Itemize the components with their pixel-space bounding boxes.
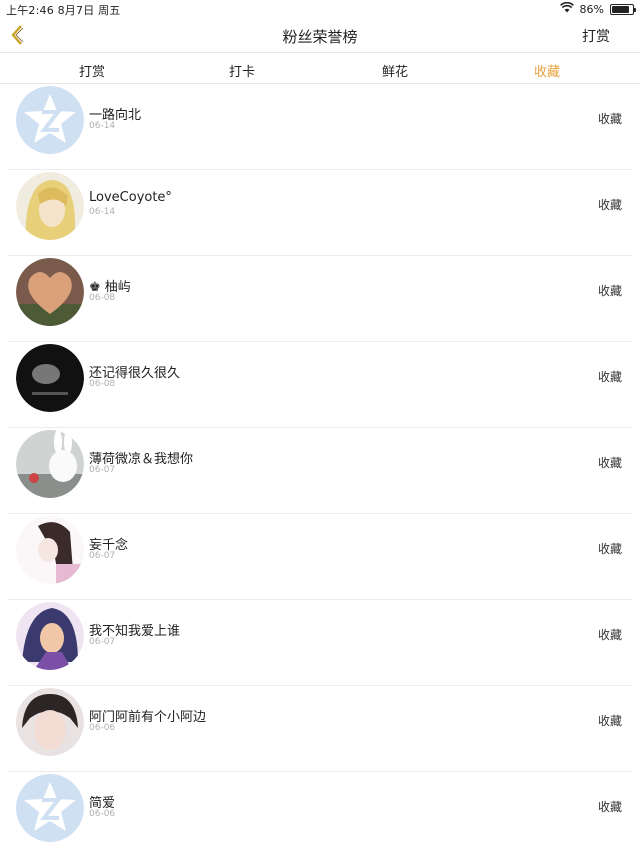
- heart-photo-avatar[interactable]: [16, 258, 84, 326]
- favorite-label: 收藏: [597, 370, 622, 384]
- fan-date: 06-14: [89, 207, 116, 217]
- anime-girl-sketch-avatar[interactable]: [16, 516, 84, 584]
- battery-icon: [610, 3, 636, 15]
- fan-list-item[interactable]: ♚ 柚屿 06-08 收藏: [8, 256, 632, 342]
- tab-checkin[interactable]: 打卡: [212, 61, 272, 80]
- favorite-label: 收藏: [597, 284, 622, 298]
- tab-flowers[interactable]: 鲜花: [365, 61, 425, 80]
- navigation-bar: 粉丝荣誉榜 打赏: [0, 18, 640, 52]
- fan-date: 06-08: [89, 379, 116, 389]
- battery-level: [612, 5, 630, 13]
- boy-photo-avatar[interactable]: [16, 688, 84, 756]
- anime-boy-avatar[interactable]: [16, 602, 84, 670]
- favorite-label: 收藏: [597, 542, 622, 556]
- favorite-label: 收藏: [597, 714, 622, 728]
- fan-list-item[interactable]: 还记得很久很久 06-08 收藏: [8, 342, 632, 428]
- wifi-icon: [559, 1, 574, 16]
- dark-photo-avatar[interactable]: [16, 344, 84, 412]
- tab-reward[interactable]: 打赏: [62, 61, 122, 80]
- fan-list-item[interactable]: 我不知我爱上谁 06-07 收藏: [8, 600, 632, 686]
- anime-blonde-avatar[interactable]: [16, 172, 84, 240]
- fan-date: 06-08: [89, 293, 116, 303]
- battery-percent: 86%: [579, 2, 604, 16]
- fan-date: 06-07: [89, 551, 116, 561]
- favorite-label: 收藏: [597, 800, 622, 814]
- fan-list-item[interactable]: 阿门阿前有个小阿边 06-06 收藏: [8, 686, 632, 772]
- favorite-label: 收藏: [597, 628, 622, 642]
- fan-date: 06-14: [89, 121, 116, 131]
- page-title: 粉丝荣誉榜: [282, 28, 358, 46]
- tab-favorites[interactable]: 收藏: [517, 61, 577, 80]
- status-bar: 上午2:46 8月7日 周五 86%: [0, 0, 640, 18]
- bunny-avatar[interactable]: [16, 430, 84, 498]
- favorite-label: 收藏: [597, 198, 622, 212]
- fan-name: LoveCoyote°: [89, 190, 172, 205]
- tab-bar: 打赏 打卡 鲜花 收藏: [0, 52, 640, 84]
- fan-list-item[interactable]: 薄荷微凉＆我想你 06-07 收藏: [8, 428, 632, 514]
- fan-date: 06-06: [89, 723, 116, 733]
- fan-list-item[interactable]: 一路向北 06-14 收藏: [8, 84, 632, 170]
- fan-list: 一路向北 06-14 收藏 LoveCoyote° 06-14 收藏 ♚ 柚屿 …: [8, 84, 632, 853]
- status-time-date: 上午2:46 8月7日 周五: [6, 4, 121, 17]
- favorite-label: 收藏: [597, 112, 622, 126]
- favorite-label: 收藏: [597, 456, 622, 470]
- reward-button[interactable]: 打赏: [582, 26, 610, 46]
- fan-date: 06-06: [89, 809, 116, 819]
- fan-list-item[interactable]: LoveCoyote° 06-14 收藏: [8, 170, 632, 256]
- fan-date: 06-07: [89, 465, 116, 475]
- fan-list-item[interactable]: 简爱 06-06 收藏: [8, 772, 632, 853]
- fan-date: 06-07: [89, 637, 116, 647]
- status-indicators: 86%: [559, 1, 636, 16]
- fan-list-item[interactable]: 妄千念 06-07 收藏: [8, 514, 632, 600]
- default-z-avatar[interactable]: [16, 86, 84, 154]
- default-z-avatar[interactable]: [16, 774, 84, 842]
